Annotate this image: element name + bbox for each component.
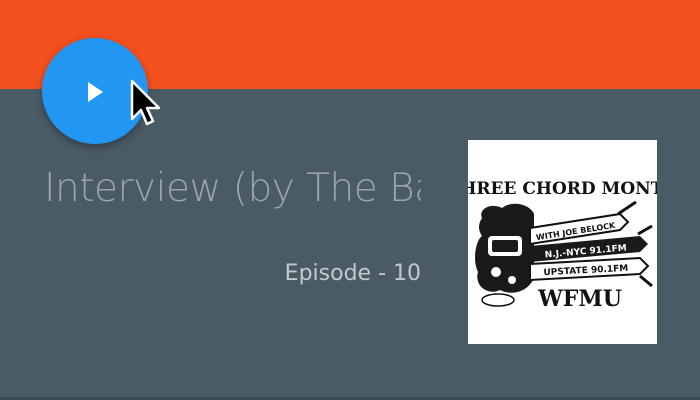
station-text: WFMU xyxy=(537,286,622,312)
episode-subtitle-container: Episode - 10 xyxy=(250,254,421,294)
episode-title-container: Interview (by The Ba xyxy=(44,158,421,220)
episode-title: Interview (by The Ba xyxy=(44,166,421,211)
logo-top-text: THREE CHORD MONTE xyxy=(468,179,657,199)
mouse-pointer-icon xyxy=(130,79,161,126)
three-chord-monte-logo: THREE CHORD MONTE WITH JOE BELOCK N.J.-N… xyxy=(468,140,657,344)
episode-artwork: THREE CHORD MONTE WITH JOE BELOCK N.J.-N… xyxy=(468,140,657,344)
podcast-player-screen: Interview (by The Ba Episode - 10 THREE … xyxy=(0,0,700,400)
episode-number: Episode - 10 xyxy=(284,261,421,286)
